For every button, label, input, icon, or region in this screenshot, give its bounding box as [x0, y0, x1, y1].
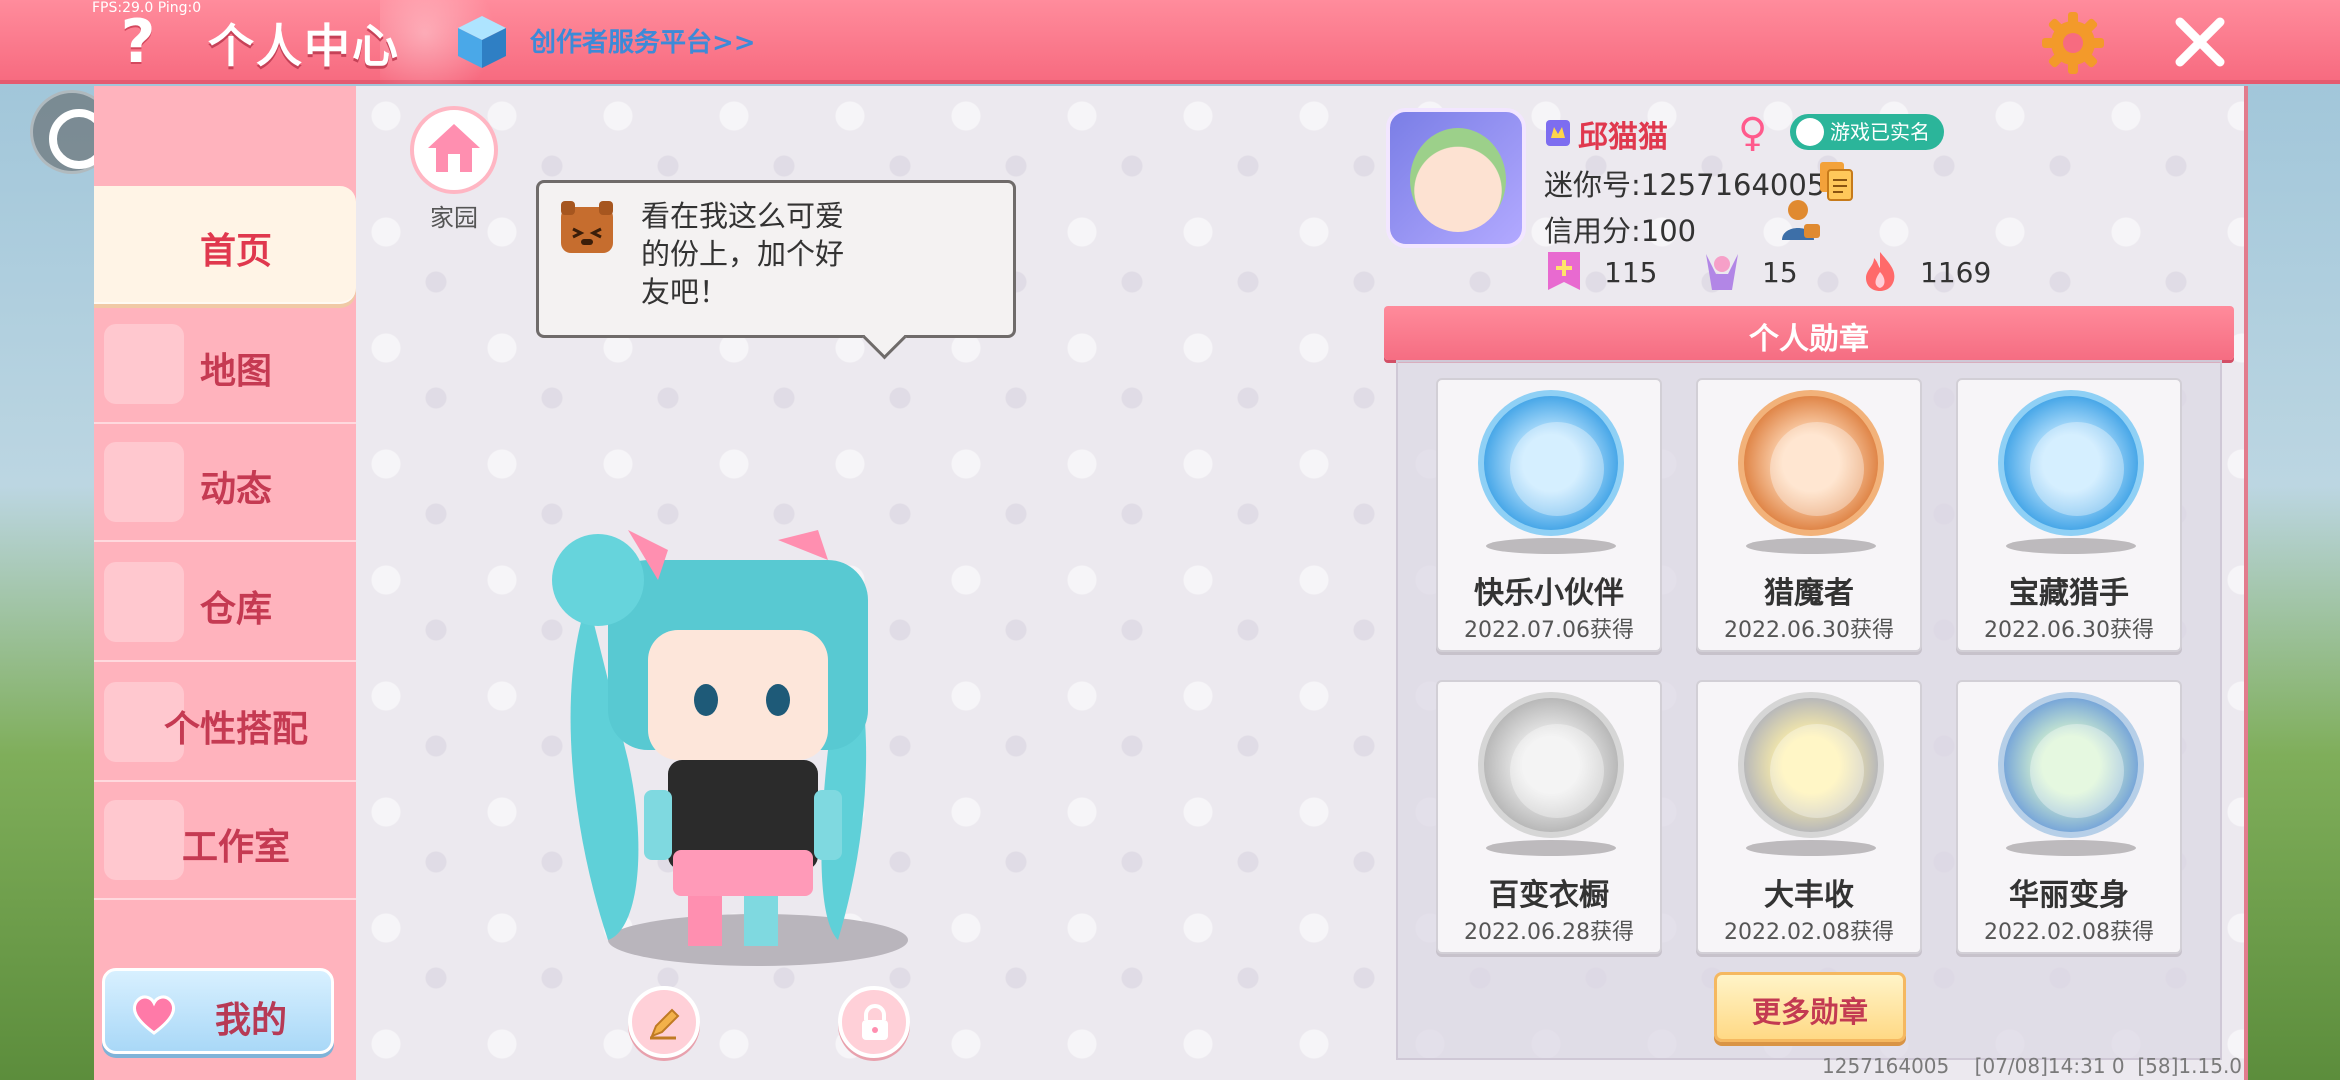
stat-popularity: 1169: [1860, 250, 2000, 294]
medal-icon: [1478, 390, 1624, 536]
add-friend-icon[interactable]: [1780, 198, 1822, 242]
player-avatar-figure[interactable]: [548, 520, 928, 970]
medal-date: 2022.07.06获得: [1464, 618, 1634, 643]
top-bar: FPS:29.0 Ping:0 ? 个人中心 创作者服务平台>>: [0, 0, 2340, 84]
home-icon: [428, 124, 480, 172]
medal-card[interactable]: 宝藏猎手 2022.06.30获得: [1956, 378, 2182, 652]
medal-icon: [1738, 390, 1884, 536]
creator-platform-link[interactable]: 创作者服务平台>>: [530, 22, 756, 59]
medal-card[interactable]: 百变衣橱 2022.06.28获得: [1436, 680, 1662, 954]
stat-likes: 115: [1544, 250, 1664, 294]
medal-shadow: [2006, 538, 2136, 554]
footer-info: 1257164005 [07/08]14:31 0 [58]1.15.0: [1822, 1054, 2243, 1078]
medal-icon: [1998, 692, 2144, 838]
female-icon: ♀: [1738, 110, 1768, 156]
more-medals-button[interactable]: 更多勋章: [1714, 972, 1906, 1042]
sidebar-item-feed[interactable]: 动态: [94, 424, 356, 542]
help-icon[interactable]: ?: [108, 8, 168, 76]
verified-badge: 游戏已实名: [1790, 114, 1944, 150]
medal-date: 2022.06.30获得: [1984, 618, 2154, 643]
home-label: 家园: [430, 204, 478, 232]
sidebar-item-label: 地图: [199, 351, 272, 392]
pencil-icon: [650, 1008, 680, 1040]
medal-shadow: [2006, 840, 2136, 856]
medal-name: 猎魔者: [1764, 576, 1854, 611]
profile-avatar[interactable]: [1386, 108, 1526, 248]
medal-shadow: [1486, 538, 1616, 554]
medal-card[interactable]: 华丽变身 2022.02.08获得: [1956, 680, 2182, 954]
heart-icon: [132, 995, 176, 1035]
medal-name: 宝藏猎手: [2009, 576, 2129, 611]
sidebar: 首页 地图 动态 仓库 个性搭配 工作室: [94, 86, 356, 1080]
medal-icon: [1478, 692, 1624, 838]
plus-flag-icon: [1548, 252, 1580, 290]
medal-card[interactable]: 快乐小伙伴 2022.07.06获得: [1436, 378, 1662, 652]
sidebar-item-label: 个性搭配: [163, 709, 308, 750]
medal-name: 百变衣橱: [1489, 878, 1609, 913]
verified-label: 游戏已实名: [1830, 120, 1930, 144]
medal-date: 2022.06.30获得: [1724, 618, 1894, 643]
medal-name: 快乐小伙伴: [1474, 576, 1624, 611]
sidebar-item-map[interactable]: 地图: [94, 306, 356, 424]
mine-button[interactable]: 我的: [102, 968, 334, 1054]
home-button[interactable]: [410, 106, 498, 194]
medal-date: 2022.02.08获得: [1724, 920, 1894, 945]
stat-fans: 15: [1702, 250, 1822, 294]
lock-icon: [862, 1004, 888, 1040]
medal-section-header: 个人勋章: [1384, 306, 2234, 360]
sidebar-item-label: 动态: [199, 469, 272, 510]
mine-label: 我的: [215, 1000, 288, 1041]
page-title: 个人中心: [208, 19, 400, 73]
medal-shadow: [1746, 840, 1876, 856]
credit-score: 信用分:100: [1544, 214, 1697, 248]
medal-shadow: [1746, 538, 1876, 554]
lock-button[interactable]: [838, 986, 910, 1058]
sidebar-item-studio[interactable]: 工作室: [94, 782, 356, 900]
edit-button[interactable]: [628, 986, 700, 1058]
stat-value: 1169: [1920, 256, 1992, 289]
medal-date: 2022.06.28获得: [1464, 920, 1634, 945]
medal-name: 大丰收: [1764, 878, 1854, 913]
bear-icon: [561, 201, 613, 253]
sidebar-item-warehouse[interactable]: 仓库: [94, 544, 356, 662]
medal-header-label: 个人勋章: [1749, 322, 1869, 357]
more-medals-label: 更多勋章: [1751, 995, 1868, 1029]
close-icon[interactable]: [2172, 14, 2228, 70]
medal-card[interactable]: 猎魔者 2022.06.30获得: [1696, 378, 1922, 652]
speech-bubble: 看在我这么可爱 的份上，加个好 友吧！: [536, 180, 1016, 338]
vip-badge-icon: [1546, 120, 1570, 146]
medal-date: 2022.02.08获得: [1984, 920, 2154, 945]
cheer-icon: [1706, 254, 1738, 290]
sidebar-item-label: 首页: [199, 231, 272, 272]
stat-value: 115: [1604, 256, 1658, 289]
copy-icon[interactable]: [1818, 160, 1854, 202]
sidebar-item-outfit[interactable]: 个性搭配: [94, 664, 356, 782]
cube-icon[interactable]: [456, 14, 508, 70]
flame-icon: [1866, 252, 1895, 291]
nickname: 邱猫猫: [1578, 120, 1668, 155]
medal-name: 华丽变身: [2009, 878, 2129, 913]
bubble-text: 看在我这么可爱 的份上，加个好 友吧！: [641, 199, 845, 309]
user-icon: [1796, 118, 1824, 146]
sidebar-item-label: 工作室: [181, 827, 290, 868]
avatar-face: [1410, 128, 1506, 232]
sidebar-item-home[interactable]: 首页: [94, 186, 356, 304]
medal-icon: [1738, 692, 1884, 838]
medal-shadow: [1486, 840, 1616, 856]
medal-icon: [1998, 390, 2144, 536]
gear-icon[interactable]: [2040, 10, 2106, 76]
sidebar-item-label: 仓库: [199, 589, 272, 630]
stat-value: 15: [1762, 256, 1798, 289]
medal-card[interactable]: 大丰收 2022.02.08获得: [1696, 680, 1922, 954]
